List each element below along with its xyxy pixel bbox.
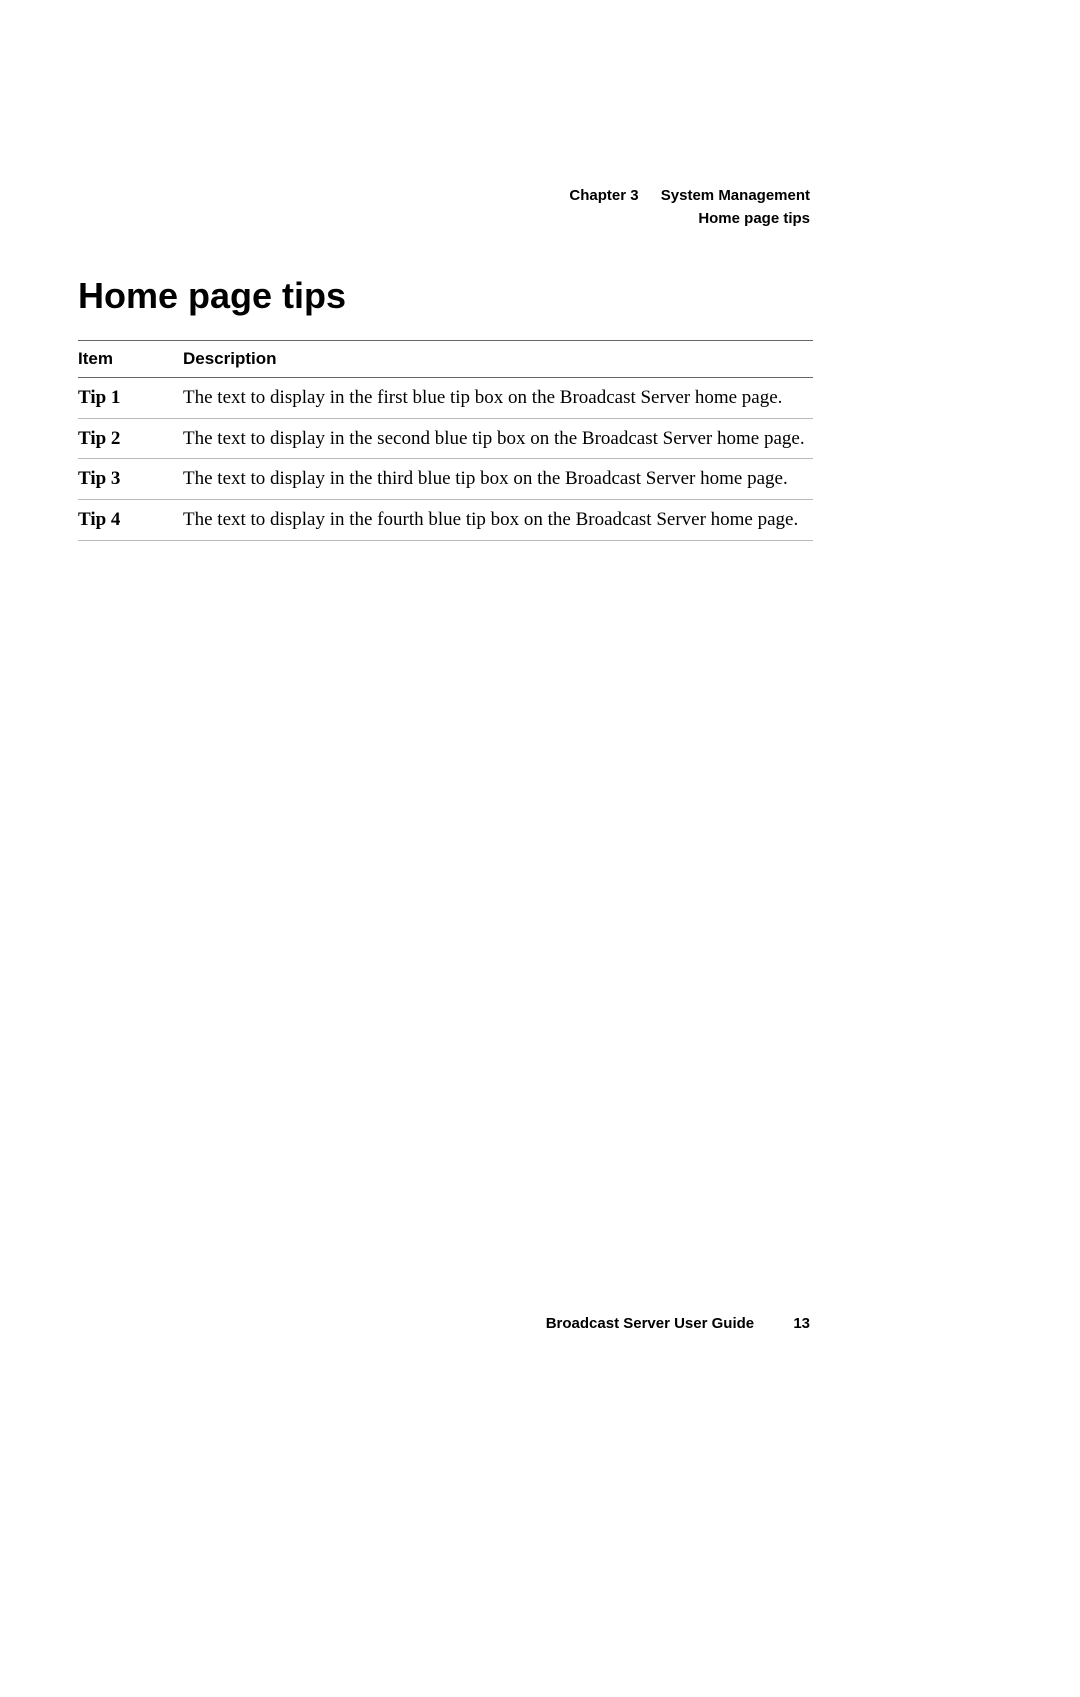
table-row: Tip 3 The text to display in the third b…: [78, 459, 813, 500]
cell-description: The text to display in the second blue t…: [183, 418, 813, 459]
tips-table-container: Item Description Tip 1 The text to displ…: [78, 340, 813, 541]
table-row: Tip 4 The text to display in the fourth …: [78, 499, 813, 540]
page-title: Home page tips: [78, 275, 346, 317]
page-footer: Broadcast Server User Guide 13: [546, 1315, 810, 1332]
cell-description: The text to display in the first blue ti…: [183, 378, 813, 419]
chapter-title: System Management: [661, 187, 810, 204]
cell-item: Tip 3: [78, 459, 183, 500]
header-subtitle: Home page tips: [569, 208, 810, 231]
chapter-label: Chapter 3: [569, 187, 638, 204]
cell-item: Tip 2: [78, 418, 183, 459]
cell-description: The text to display in the fourth blue t…: [183, 499, 813, 540]
table-row: Tip 2 The text to display in the second …: [78, 418, 813, 459]
footer-doc-title: Broadcast Server User Guide: [546, 1315, 754, 1332]
table-row: Tip 1 The text to display in the first b…: [78, 378, 813, 419]
cell-item: Tip 1: [78, 378, 183, 419]
cell-description: The text to display in the third blue ti…: [183, 459, 813, 500]
tips-table: Item Description Tip 1 The text to displ…: [78, 340, 813, 541]
page-header: Chapter 3 System Management Home page ti…: [569, 185, 810, 230]
cell-item: Tip 4: [78, 499, 183, 540]
footer-page-number: 13: [793, 1315, 810, 1332]
table-header-description: Description: [183, 341, 813, 378]
table-header-item: Item: [78, 341, 183, 378]
